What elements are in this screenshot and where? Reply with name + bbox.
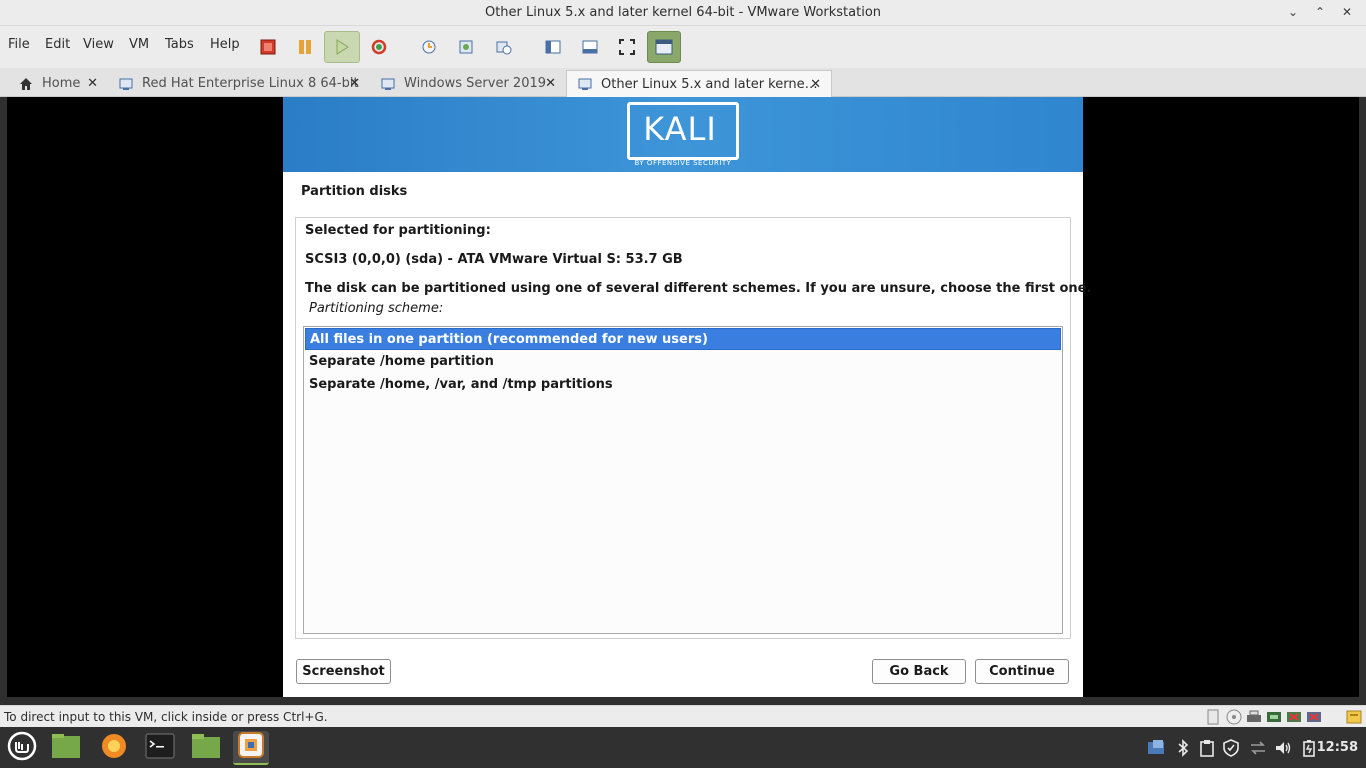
tab-rhel8[interactable]: Red Hat Enterprise Linux 8 64-bit ✕ — [108, 70, 370, 97]
snapshot-button[interactable] — [414, 33, 444, 61]
disk-label: SCSI3 (0,0,0) (sda) - ATA VMware Virtual… — [305, 252, 683, 267]
vmware-tray-icon[interactable] — [1147, 739, 1165, 757]
usb-icon[interactable] — [1286, 709, 1302, 725]
snapshot-manager-icon — [496, 39, 512, 55]
fullscreen-button[interactable] — [612, 33, 642, 61]
kali-installer: KALI BY OFFENSIVE SECURITY Partition dis… — [283, 97, 1091, 697]
restart-icon — [371, 39, 387, 55]
firefox-launcher[interactable] — [96, 731, 132, 765]
shield-icon[interactable] — [1222, 739, 1240, 757]
tab-close-button[interactable]: ✕ — [810, 77, 821, 92]
vmware-icon — [237, 731, 265, 763]
clock[interactable]: 12:58 — [1317, 740, 1358, 755]
show-desktop-launcher[interactable] — [48, 731, 84, 765]
tab-close-button[interactable]: ✕ — [349, 76, 360, 91]
selected-label: Selected for partitioning: — [305, 223, 491, 238]
thumbnail-bar-icon — [582, 39, 598, 55]
power-off-button[interactable] — [253, 33, 283, 61]
window-title: Other Linux 5.x and later kernel 64-bit … — [484, 5, 882, 20]
cd-drive-icon[interactable] — [1226, 709, 1242, 725]
list-item[interactable]: All files in one partition (recommended … — [305, 328, 1061, 350]
tab-home[interactable]: Home ✕ — [8, 70, 108, 97]
battery-icon[interactable] — [1300, 739, 1318, 757]
content-frame: Selected for partitioning: SCSI3 (0,0,0)… — [295, 217, 1091, 639]
taskbar: 12:58 — [0, 727, 1366, 768]
menu-vm[interactable]: VM — [129, 37, 149, 52]
tab-label: Windows Server 2019 — [404, 76, 547, 91]
window-titlebar[interactable]: Other Linux 5.x and later kernel 64-bit … — [0, 0, 1366, 26]
thumbnail-bar-button[interactable] — [575, 33, 605, 61]
vm-console[interactable]: KALI BY OFFENSIVE SECURITY Partition dis… — [7, 97, 1359, 697]
kali-logo: KALI BY OFFENSIVE SECURITY — [627, 102, 739, 168]
revert-snapshot-button[interactable] — [451, 33, 481, 61]
vmware-workstation-task[interactable] — [233, 731, 269, 765]
go-back-button[interactable]: Go Back — [872, 659, 966, 684]
network-icon[interactable] — [1266, 709, 1282, 725]
terminal-launcher[interactable] — [142, 731, 178, 765]
vm-icon — [118, 76, 134, 92]
screenshot-button[interactable]: Screenshot — [296, 659, 391, 684]
list-item[interactable]: Separate /home, /var, and /tmp partition… — [305, 374, 1061, 396]
play-icon — [334, 39, 350, 55]
suspend-icon — [297, 39, 313, 55]
folder-launcher[interactable] — [188, 731, 224, 765]
tab-other-linux[interactable]: Other Linux 5.x and later kerne… ✕ — [566, 70, 832, 97]
power-off-icon — [260, 39, 276, 55]
bluetooth-icon[interactable] — [1174, 739, 1192, 757]
tab-close-button[interactable]: ✕ — [87, 76, 98, 91]
terminal-icon — [145, 733, 175, 763]
library-button[interactable] — [538, 33, 568, 61]
snapshot-manager-button[interactable] — [489, 33, 519, 61]
play-button[interactable] — [324, 31, 360, 63]
home-icon — [18, 76, 34, 92]
network-arrows-icon[interactable] — [1249, 739, 1267, 757]
sound-icon[interactable] — [1306, 709, 1322, 725]
revert-snapshot-icon — [458, 39, 474, 55]
minimize-button[interactable]: ⌄ — [1284, 3, 1302, 21]
status-text: To direct input to this VM, click inside… — [4, 710, 328, 724]
tab-label: Home — [42, 76, 81, 91]
menu-view[interactable]: View — [83, 37, 114, 52]
tab-windows-server-2019[interactable]: Windows Server 2019 ✕ — [370, 70, 566, 97]
menu-toolbar-row: File Edit View VM Tabs Help — [0, 26, 1366, 68]
message-icon[interactable] — [1346, 709, 1362, 725]
status-bar: To direct input to this VM, click inside… — [0, 705, 1366, 727]
description-text: The disk can be partitioned using one of… — [305, 281, 1092, 296]
tab-close-button[interactable]: ✕ — [545, 76, 556, 91]
close-button[interactable]: ✕ — [1338, 3, 1356, 21]
menu-button[interactable] — [4, 731, 40, 765]
firefox-icon — [100, 732, 128, 764]
menu-edit[interactable]: Edit — [45, 37, 70, 52]
files-icon — [51, 733, 81, 763]
snapshot-icon — [421, 39, 437, 55]
kali-banner: KALI BY OFFENSIVE SECURITY — [283, 97, 1083, 172]
vm-icon — [380, 76, 396, 92]
library-icon — [545, 39, 561, 55]
volume-icon[interactable] — [1274, 739, 1292, 757]
printer-icon[interactable] — [1246, 709, 1262, 725]
continue-button[interactable]: Continue — [975, 659, 1069, 684]
tab-bar: Home ✕ Red Hat Enterprise Linux 8 64-bit… — [0, 68, 1366, 97]
folder-icon — [191, 733, 221, 763]
unity-icon — [655, 39, 673, 55]
clipboard-icon[interactable] — [1198, 739, 1216, 757]
unity-button[interactable] — [647, 31, 681, 63]
hard-disk-icon[interactable] — [1206, 709, 1222, 725]
menu-file[interactable]: File — [8, 37, 30, 52]
menu-tabs[interactable]: Tabs — [165, 37, 194, 52]
page-title: Partition disks — [301, 184, 408, 199]
menu-help[interactable]: Help — [210, 37, 240, 52]
restart-button[interactable] — [364, 33, 394, 61]
suspend-button[interactable] — [290, 33, 320, 61]
vm-icon — [577, 76, 593, 92]
scheme-label: Partitioning scheme: — [309, 301, 444, 316]
fullscreen-icon — [619, 39, 635, 55]
mint-menu-icon — [7, 731, 37, 765]
tab-label: Other Linux 5.x and later kerne… — [601, 76, 818, 92]
restore-button[interactable]: ⌃ — [1311, 3, 1329, 21]
tab-label: Red Hat Enterprise Linux 8 64-bit — [142, 76, 359, 91]
list-item[interactable]: Separate /home partition — [305, 351, 1061, 373]
partition-scheme-list[interactable]: All files in one partition (recommended … — [303, 326, 1063, 634]
app-window: Other Linux 5.x and later kernel 64-bit … — [0, 0, 1366, 768]
